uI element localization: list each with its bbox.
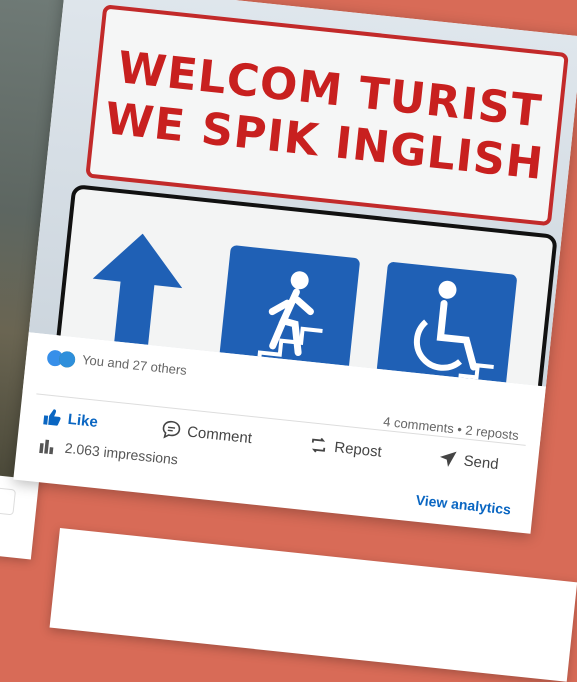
post-image[interactable]: WELCOM TURIST WE SPIK INGLISH (28, 0, 577, 387)
thumbs-up-icon (43, 409, 61, 426)
send-label: Send (462, 451, 500, 473)
wheelchair-icon (374, 261, 518, 387)
comment-label: Comment (186, 422, 253, 447)
reaction-icons[interactable] (45, 348, 77, 369)
comment-button[interactable]: Comment (160, 419, 253, 448)
send-button[interactable]: Send (437, 448, 500, 474)
send-icon (439, 451, 457, 467)
next-post-card (49, 528, 577, 682)
reactions-text[interactable]: You and 27 others (81, 352, 187, 378)
like-button[interactable]: Like (41, 406, 99, 432)
repost-button[interactable]: Repost (308, 434, 383, 462)
comment-icon (162, 420, 181, 439)
like-label: Like (67, 410, 99, 431)
repost-label: Repost (333, 438, 383, 461)
post-card: WELCOM TURIST WE SPIK INGLISH You and 27… (13, 0, 577, 534)
repost-icon (311, 437, 326, 453)
background-comment-box (0, 479, 17, 516)
bar-chart-icon (39, 439, 54, 455)
view-analytics-link[interactable]: View analytics (415, 492, 512, 518)
